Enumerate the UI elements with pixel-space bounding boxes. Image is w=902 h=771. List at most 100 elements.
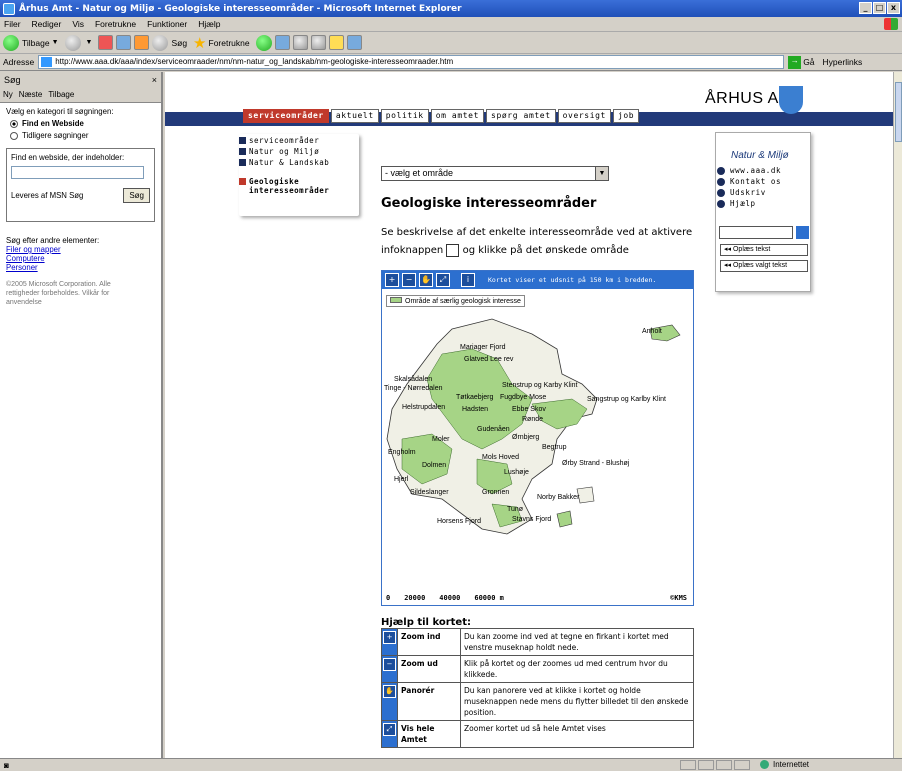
- map-label: Gronnen: [482, 489, 509, 496]
- back-button[interactable]: Tilbage ▼: [3, 34, 59, 51]
- link-people[interactable]: Personer: [6, 263, 155, 272]
- find-label: Find en webside, der indeholder:: [11, 153, 125, 162]
- map-label: Rønde: [522, 416, 543, 423]
- provider-label: Leveres af MSN Søg: [11, 191, 84, 200]
- tab-job[interactable]: job: [612, 109, 640, 123]
- scroll-thumb[interactable]: [895, 82, 902, 142]
- map-panel[interactable]: + − ✋ ⤢ i Kortet viser et udsnit på 150 …: [381, 270, 694, 606]
- site-search-input[interactable]: [719, 226, 793, 239]
- map-label: Moler: [432, 436, 450, 443]
- link-aaa[interactable]: www.aaa.dk: [717, 166, 781, 175]
- map-label: Mols Hoved: [482, 454, 519, 461]
- table-row: ⤢ Vis hele Amtet Zoomer kortet ud så hel…: [381, 720, 694, 748]
- new-search-button[interactable]: Ny: [3, 90, 13, 99]
- mail-icon[interactable]: [274, 35, 290, 50]
- search-submit-button[interactable]: Søg: [123, 188, 150, 203]
- map-label: Ørnbjerg: [512, 434, 539, 441]
- radio-selected-icon: [10, 119, 18, 128]
- address-input[interactable]: http://www.aaa.dk/aaa/index/serviceomraa…: [38, 55, 785, 69]
- menu-tools[interactable]: Funktioner: [147, 19, 187, 29]
- link-computers[interactable]: Computere: [6, 254, 155, 263]
- menu-favorites[interactable]: Foretrukne: [95, 19, 136, 29]
- map-canvas[interactable]: Anholt Mariager Fjord Glatved Lee rev Sk…: [382, 289, 693, 589]
- print-icon: [717, 188, 725, 197]
- vertical-scrollbar[interactable]: [893, 72, 902, 758]
- menu-item-serviceomraader[interactable]: serviceområder: [239, 136, 357, 145]
- map-label: Ebbe Skov: [512, 406, 546, 413]
- search-pane-close-icon[interactable]: ×: [152, 75, 157, 85]
- folder-icon[interactable]: [328, 35, 344, 50]
- info-icon[interactable]: i: [461, 273, 475, 287]
- tab-om-amtet[interactable]: om amtet: [430, 109, 485, 123]
- link-print[interactable]: Udskriv: [717, 188, 781, 197]
- tab-aktuelt[interactable]: aktuelt: [330, 109, 379, 123]
- close-button[interactable]: x: [887, 2, 900, 14]
- menu-edit[interactable]: Rediger: [32, 19, 62, 29]
- map-label: Tunø: [507, 506, 524, 513]
- read-text-button[interactable]: ◂◂ Oplæs tekst: [720, 244, 808, 256]
- search-button[interactable]: Søg: [152, 34, 187, 51]
- print-icon[interactable]: [292, 35, 308, 50]
- tab-politik[interactable]: politik: [380, 109, 429, 123]
- search-back-button[interactable]: Tilbage: [48, 90, 74, 99]
- help-icon: [717, 199, 725, 208]
- forward-button[interactable]: ▼: [64, 34, 92, 51]
- favorites-star-icon: ★: [193, 34, 207, 52]
- zoom-out-icon[interactable]: −: [402, 273, 416, 287]
- internet-zone-icon: [760, 760, 769, 769]
- link-contact[interactable]: Kontakt os: [717, 177, 781, 186]
- link-help[interactable]: Hjælp: [717, 199, 781, 208]
- forward-arrow-icon: [64, 34, 81, 51]
- maximize-button[interactable]: □: [873, 2, 886, 14]
- search-icon: [152, 34, 169, 51]
- radio-previous-searches[interactable]: Tidligere søgninger: [10, 131, 155, 140]
- table-row: − Zoom ud Klik på kortet og der zoomes u…: [381, 655, 694, 683]
- refresh-icon[interactable]: [116, 35, 132, 50]
- map-label: Horsens Fjord: [437, 518, 481, 525]
- map-label: Dolmen: [422, 462, 446, 469]
- menu-item-natur-landskab[interactable]: Natur & Landskab: [239, 158, 357, 167]
- tab-oversigt[interactable]: oversigt: [557, 109, 611, 123]
- favorites-button[interactable]: ★ Foretrukne: [193, 34, 250, 52]
- menu-item-geologiske[interactable]: Geologiske interesseområder: [239, 177, 357, 195]
- map-copyright: ©KMS: [670, 594, 687, 602]
- full-extent-icon[interactable]: ⤢: [436, 273, 450, 287]
- menu-file[interactable]: Filer: [4, 19, 21, 29]
- radio-empty-icon: [10, 131, 18, 140]
- map-label: Lushøje: [504, 469, 529, 476]
- home-icon[interactable]: [134, 35, 150, 50]
- zoom-in-icon[interactable]: +: [385, 273, 399, 287]
- map-label: Glatved Lee rev: [464, 356, 514, 363]
- history-icon[interactable]: [255, 34, 272, 51]
- radio-find-webpage[interactable]: Find en Webside: [10, 119, 155, 128]
- window-title-bar: Århus Amt - Natur og Miljø - Geologiske …: [0, 0, 902, 17]
- bullet-icon: [239, 178, 246, 185]
- search-input[interactable]: [11, 166, 144, 179]
- next-button[interactable]: Næste: [19, 90, 43, 99]
- edit-icon[interactable]: [310, 35, 326, 50]
- go-arrow-icon: →: [788, 55, 802, 69]
- page-icon: [41, 57, 53, 67]
- stop-icon[interactable]: [98, 35, 114, 50]
- site-search-go-icon[interactable]: [796, 226, 809, 239]
- menu-view[interactable]: Vis: [72, 19, 84, 29]
- minimize-button[interactable]: _: [859, 2, 872, 14]
- area-dropdown[interactable]: - vælg et område ▼: [381, 166, 609, 181]
- full-extent-icon: ⤢: [383, 723, 396, 736]
- link-files-folders[interactable]: Filer og mapper: [6, 245, 155, 254]
- map-legend: Område af særlig geologisk interesse: [386, 295, 525, 307]
- map-label: Mariager Fjord: [460, 344, 506, 351]
- tab-spoerg-amtet[interactable]: spørg amtet: [486, 109, 556, 123]
- go-button[interactable]: → Gå: [788, 55, 815, 69]
- pan-hand-icon[interactable]: ✋: [419, 273, 433, 287]
- links-button[interactable]: Hyperlinks: [823, 57, 863, 67]
- menu-item-natur-miljoe[interactable]: Natur og Miljø: [239, 147, 357, 156]
- legend-swatch: [390, 297, 402, 303]
- menu-help[interactable]: Hjælp: [198, 19, 220, 29]
- read-selected-button[interactable]: ◂◂ Oplæs valgt tekst: [720, 260, 808, 272]
- map-label: Anholt: [642, 328, 662, 335]
- messenger-icon[interactable]: [346, 35, 362, 50]
- status-page-icon: ◙: [4, 760, 9, 770]
- tab-serviceomraader[interactable]: serviceområder: [243, 109, 329, 123]
- map-scale: 0 20000 40000 60000 m: [386, 594, 504, 602]
